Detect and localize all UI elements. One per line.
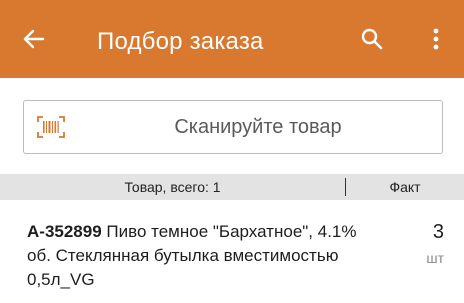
scan-placeholder: Сканируйте товар — [174, 116, 342, 138]
table-row[interactable]: А-352899 Пиво темное "Бархатное", 4.1% о… — [0, 214, 464, 303]
table-header: Товар, всего: 1 Факт — [0, 174, 464, 200]
arrow-left-icon[interactable] — [20, 25, 48, 53]
item-description: А-352899 Пиво темное "Бархатное", 4.1% о… — [27, 220, 367, 292]
scan-field[interactable]: Сканируйте товар — [23, 100, 443, 154]
item-unit: шт — [426, 250, 444, 266]
item-code: А-352899 — [27, 222, 102, 241]
item-quantity: 3 — [432, 221, 444, 243]
page-title: Подбор заказа — [97, 28, 264, 55]
column-goods-total: Товар, всего: 1 — [124, 179, 221, 195]
column-fact: Факт — [389, 179, 421, 195]
search-icon[interactable] — [358, 25, 386, 53]
app-bar: Подбор заказа — [0, 0, 464, 78]
barcode-icon — [37, 116, 65, 138]
more-vert-icon[interactable] — [424, 25, 448, 53]
